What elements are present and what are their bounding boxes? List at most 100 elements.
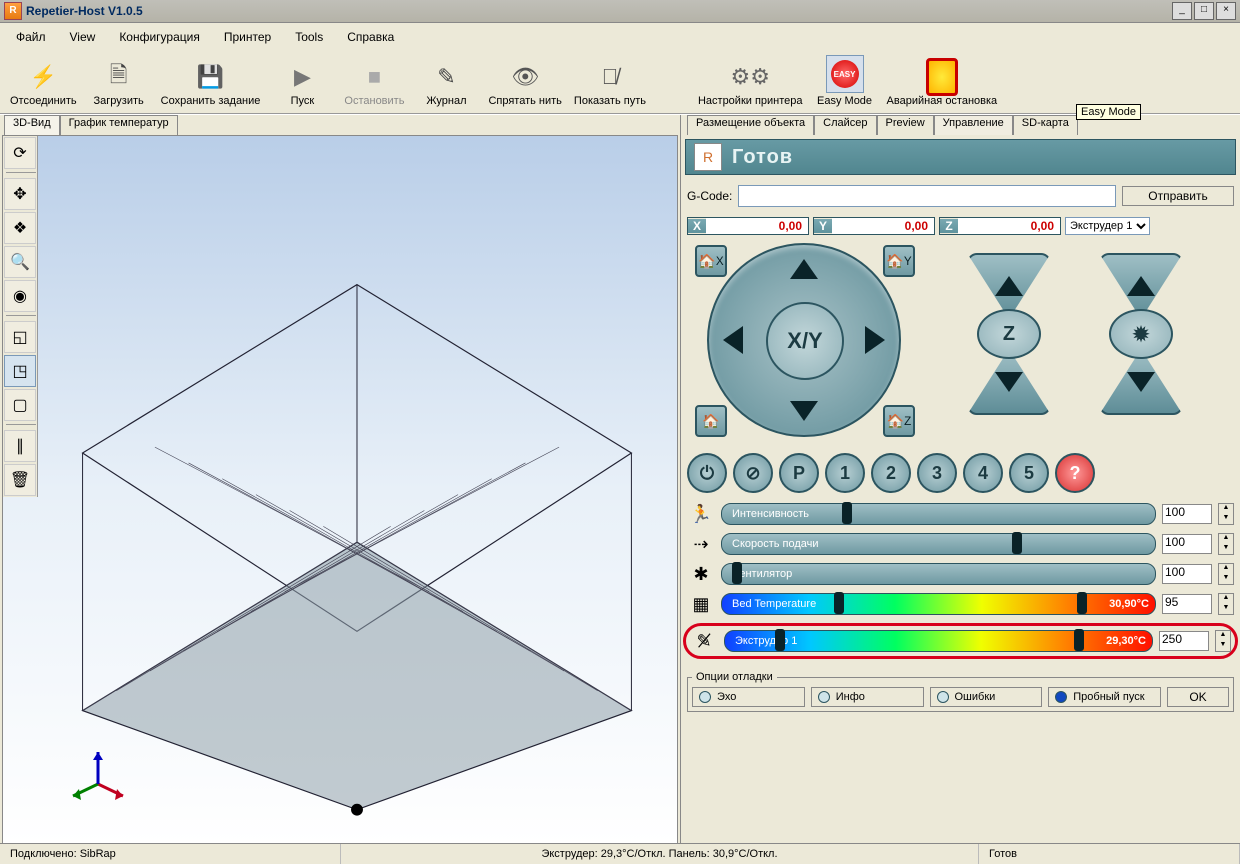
fan-value[interactable]: 100 [1162,564,1212,584]
status-temps: Экструдер: 29,3°C/Откл. Панель: 30,9°C/О… [341,844,979,864]
bed-temp-spinner[interactable]: ▲▼ [1218,593,1234,615]
extruder-select[interactable]: Экструдер 1 [1065,217,1150,235]
3d-viewport[interactable]: ⟳ ✥ ❖ 🔍 ◉ ◱ ◳ ▢ ∥ 🗑 [2,135,678,845]
macro-2-button[interactable]: 2 [871,453,911,493]
motors-off-button[interactable]: ⊘ [733,453,773,493]
extruder-icon: ✎̸ [690,631,718,652]
view-zoom-button[interactable]: 🔍 [4,246,36,278]
home-x-button[interactable]: 🏠X [695,245,727,277]
debug-errors[interactable]: Ошибки [930,687,1043,707]
send-button[interactable]: Отправить [1122,186,1234,206]
load-button[interactable]: 🗎Загрузить [83,59,155,109]
menu-file[interactable]: Файл [6,28,56,46]
status-text: Готов [732,146,793,169]
macro-5-button[interactable]: 5 [1009,453,1049,493]
jog-x-minus[interactable] [723,326,743,354]
easy-mode-tooltip: Easy Mode [1076,104,1141,120]
bed-temp-value[interactable]: 95 [1162,594,1212,614]
tab-preview[interactable]: Preview [877,115,934,135]
macro-4-button[interactable]: 4 [963,453,1003,493]
emergency-stop-button[interactable]: Аварийная остановка [881,59,1004,109]
feedrate-slider[interactable]: Скорость подачи [721,533,1156,555]
bed-temp-slider[interactable]: Bed Temperature30,90°C [721,593,1156,615]
coord-x: X0,00 [687,217,809,235]
debug-echo[interactable]: Эхо [692,687,805,707]
close-button[interactable]: × [1216,2,1236,20]
fan-spinner[interactable]: ▲▼ [1218,563,1234,585]
minimize-button[interactable]: _ [1172,2,1192,20]
save-job-button[interactable]: 💾Сохранить задание [155,59,267,109]
debug-dryrun[interactable]: Пробный пуск [1048,687,1161,707]
jog-y-minus[interactable] [790,401,818,421]
home-y-button[interactable]: 🏠Y [883,245,915,277]
tab-object-placement[interactable]: Размещение объекта [687,115,814,135]
z-jog: Z [967,253,1051,415]
run-button[interactable]: ▶Пуск [266,59,338,109]
speed-value[interactable]: 100 [1162,504,1212,524]
home-all-button[interactable]: 🏠 [695,405,727,437]
menu-help[interactable]: Справка [337,28,404,46]
menu-view[interactable]: View [60,28,106,46]
menu-config[interactable]: Конфигурация [109,28,210,46]
axis-gizmo-icon [63,734,133,804]
tab-control[interactable]: Управление [934,115,1013,135]
menu-printer[interactable]: Принтер [214,28,281,46]
extruder-temp-value[interactable]: 250 [1159,631,1209,651]
command-row: ⏻ ⊘ P 1 2 3 4 5 ? [687,453,1234,493]
help-button[interactable]: ? [1055,453,1095,493]
status-connection: Подключено: SibRap [0,844,341,864]
extruder-temp-slider[interactable]: Экструдер 129,30°C [724,630,1153,652]
titlebar: R Repetier-Host V1.0.5 _ □ × [0,0,1240,23]
debug-ok-button[interactable]: OK [1167,687,1229,707]
feedrate-value[interactable]: 100 [1162,534,1212,554]
view-delete-button[interactable]: 🗑 [4,464,36,496]
printer-settings-button[interactable]: ⚙⚙Настройки принтера [692,59,809,109]
jog-x-plus[interactable] [865,326,885,354]
feedrate-spinner[interactable]: ▲▼ [1218,533,1234,555]
log-button[interactable]: ✎Журнал [410,59,482,109]
disconnect-button[interactable]: ⚡Отсоединить [4,59,83,109]
statusbar: Подключено: SibRap Экструдер: 29,3°C/Отк… [0,843,1240,864]
emergency-icon [926,61,958,93]
view-move-camera-button[interactable]: ❖ [4,212,36,244]
macro-1-button[interactable]: 1 [825,453,865,493]
hide-filament-button[interactable]: 👁Спрятать нить [482,59,567,109]
view-top-button[interactable]: ◱ [4,321,36,353]
save-icon: 💾 [195,61,227,93]
park-button[interactable]: P [779,453,819,493]
status-ready: Готов [979,844,1240,864]
menu-tools[interactable]: Tools [285,28,333,46]
power-button[interactable]: ⏻ [687,453,727,493]
show-path-button[interactable]: 👁̸Показать путь [568,59,652,109]
maximize-button[interactable]: □ [1194,2,1214,20]
debug-panel: Опции отладки Эхо Инфо Ошибки Пробный пу… [687,671,1234,712]
easy-mode-button[interactable]: EASYEasy Mode [809,53,881,109]
view-refresh-button[interactable]: ⟳ [4,137,36,169]
view-parallel-button[interactable]: ∥ [4,430,36,462]
tab-slicer[interactable]: Слайсер [814,115,876,135]
home-z-button[interactable]: 🏠Z [883,405,915,437]
eye-slash-icon: 👁̸ [594,61,626,93]
speed-icon: 🏃 [687,504,715,525]
tab-sdcard[interactable]: SD-карта [1013,115,1078,135]
speed-spinner[interactable]: ▲▼ [1218,503,1234,525]
window-title: Repetier-Host V1.0.5 [26,4,143,18]
view-iso-button[interactable]: ◳ [4,355,36,387]
extruder-gear-icon: ✹ [1109,309,1173,359]
extruder-temp-spinner[interactable]: ▲▼ [1215,630,1231,652]
tab-3d-view[interactable]: 3D-Вид [4,115,60,135]
gcode-input[interactable] [738,185,1116,207]
debug-info[interactable]: Инфо [811,687,924,707]
fan-slider[interactable]: Вентилятор [721,563,1156,585]
status-header: R Готов [685,139,1236,175]
stop-button[interactable]: ■Остановить [338,59,410,109]
jog-y-plus[interactable] [790,259,818,279]
plug-icon: ⚡ [27,61,59,93]
view-front-button[interactable]: ▢ [4,389,36,421]
view-rotate-button[interactable]: ◉ [4,280,36,312]
tab-temp-graph[interactable]: График температур [60,115,178,135]
speed-slider[interactable]: Интенсивность [721,503,1156,525]
view-move-button[interactable]: ✥ [4,178,36,210]
motion-panel: 🏠X 🏠Y 🏠 🏠Z X/Y Z ✹ [687,243,1234,443]
macro-3-button[interactable]: 3 [917,453,957,493]
